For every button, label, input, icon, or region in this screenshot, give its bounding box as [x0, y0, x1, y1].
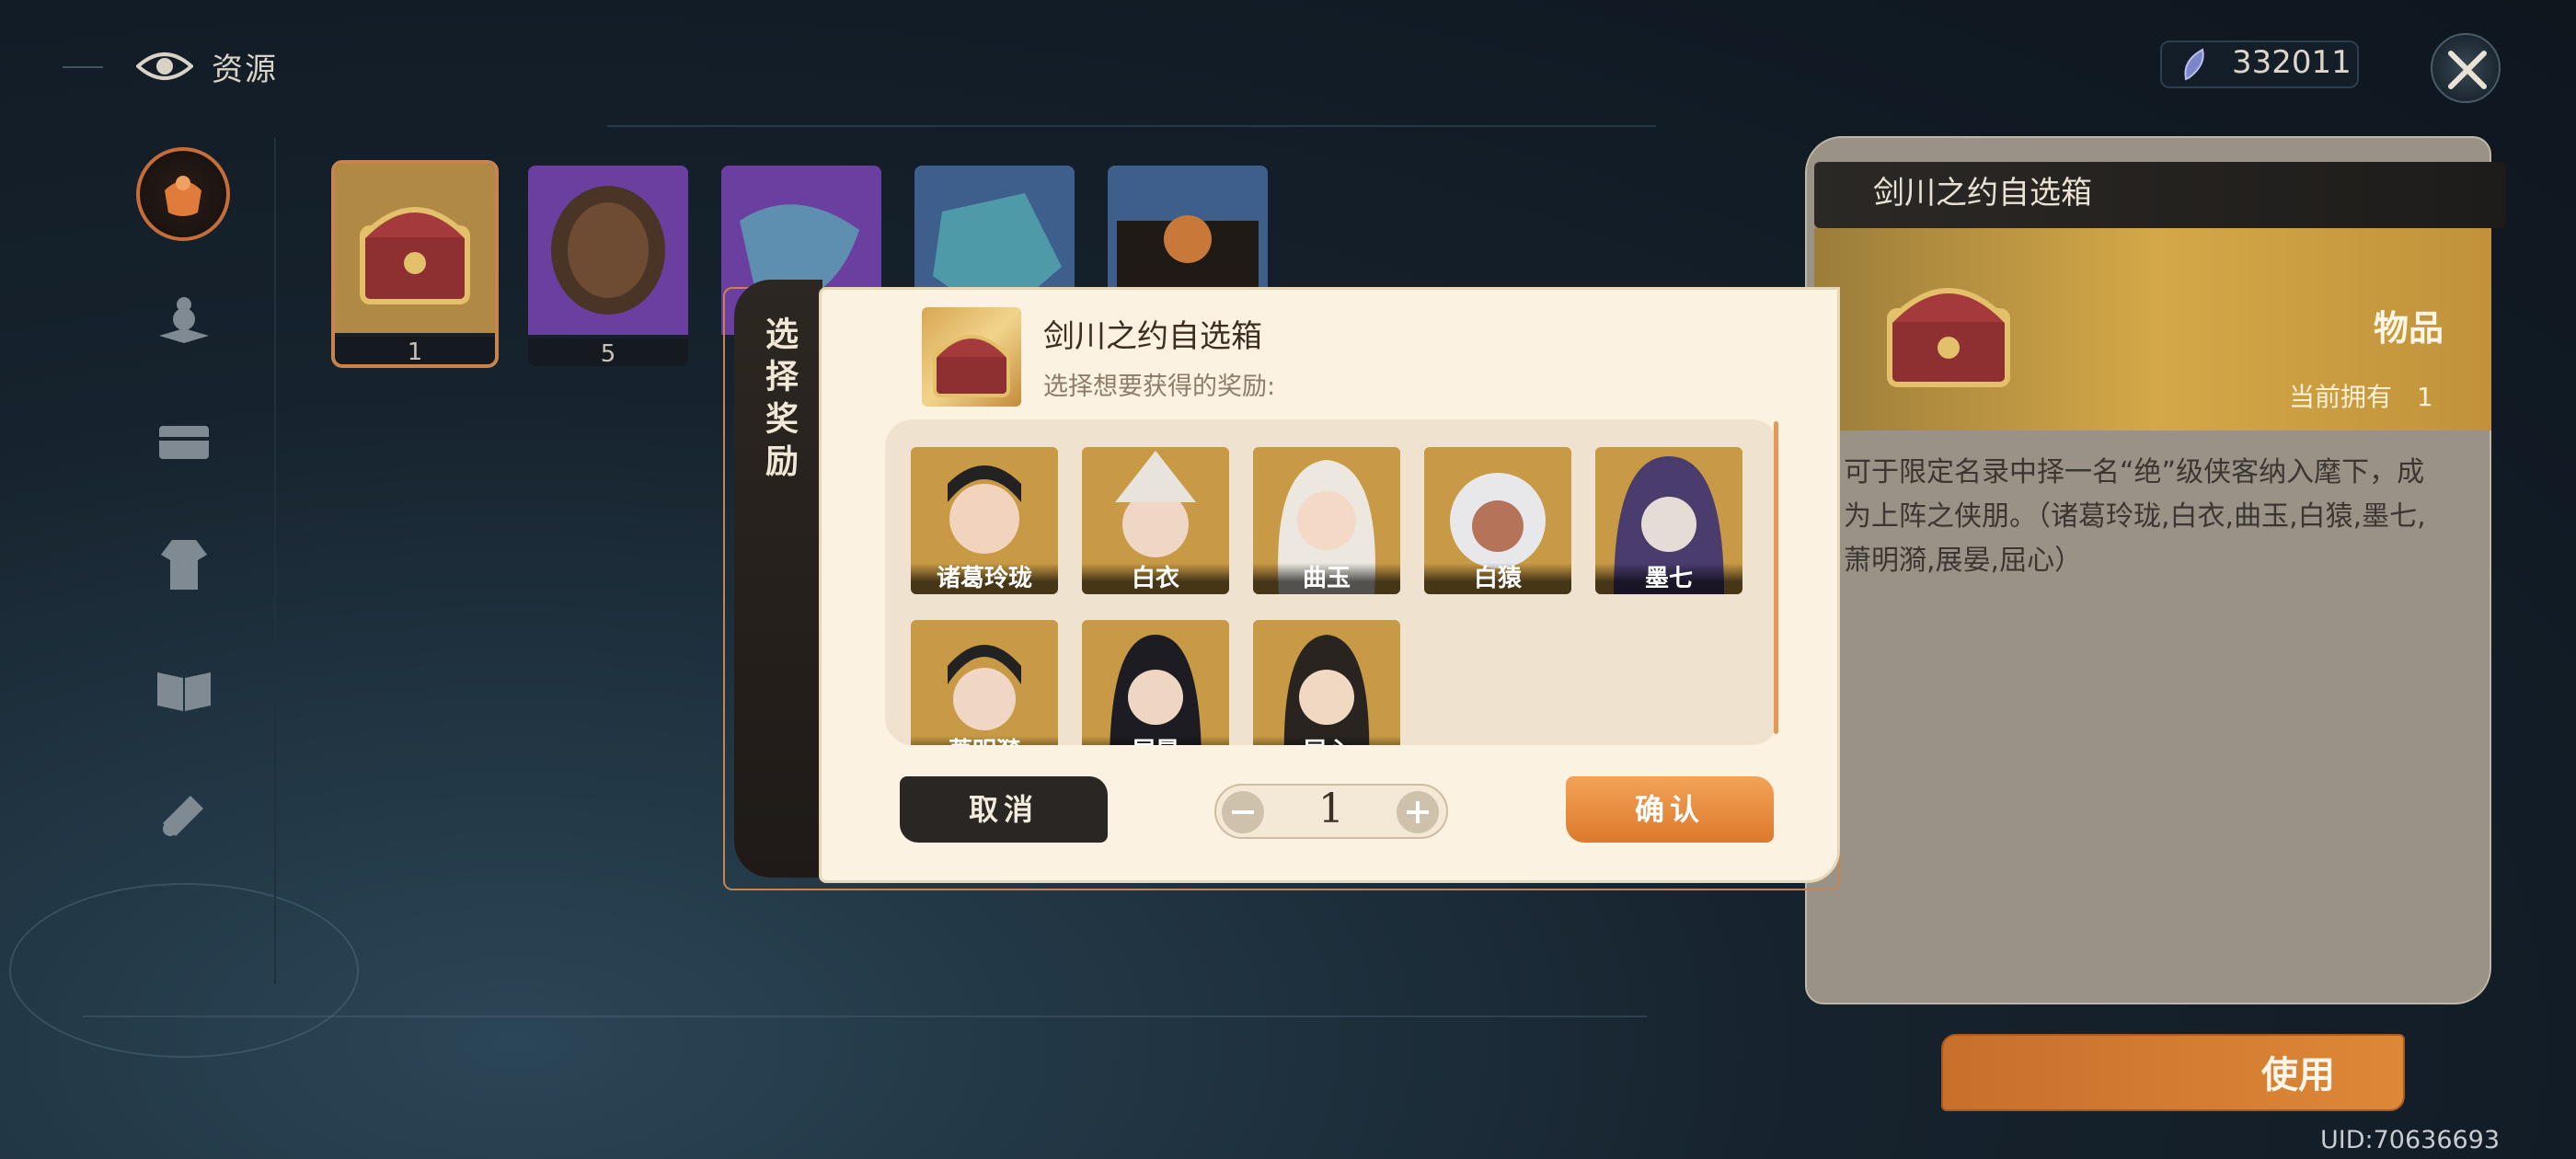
chest-item-icon — [922, 307, 1021, 407]
sidebar-item-chest[interactable] — [147, 405, 221, 478]
detail-description: 可于限定名录中择一名“绝”级侠客纳入麾下，成为上阵之侠朋。（诸葛玲珑,白衣,曲玉… — [1844, 456, 2426, 577]
pine-cone-icon — [528, 166, 688, 335]
hero-portrait — [1082, 620, 1229, 745]
hero-name: 展晏 — [1082, 736, 1229, 745]
hero-name: 白衣 — [1082, 563, 1229, 594]
hero-card-baiyi[interactable]: 白衣 — [1082, 447, 1229, 594]
inventory-slot-chest[interactable]: 1 — [331, 160, 499, 368]
currency-value: 332011 — [2232, 44, 2352, 81]
scroll-icon — [163, 796, 203, 836]
increase-button[interactable] — [1397, 791, 1439, 833]
hero-card-zhanyan[interactable]: 展晏 — [1082, 620, 1229, 745]
sidebar-item-robe[interactable] — [147, 528, 221, 602]
hero-name: 曲玉 — [1253, 563, 1400, 594]
chest-item-icon — [1887, 288, 2010, 387]
inventory-slot-pine-cone[interactable]: 5 — [528, 166, 688, 366]
sidebar-item-scroll[interactable] — [147, 776, 221, 850]
sidebar-divider — [274, 138, 276, 984]
hero-name: 墨七 — [1595, 563, 1742, 594]
eye-icon[interactable] — [136, 48, 193, 85]
hero-name: 诸葛玲珑 — [911, 563, 1058, 594]
background-line — [607, 125, 1656, 127]
decrease-button[interactable] — [1222, 791, 1264, 833]
hero-name: 白猿 — [1424, 563, 1571, 594]
detail-title: 剑川之约自选箱 — [1873, 175, 2092, 212]
gift-bag-icon — [165, 176, 201, 216]
open-book-icon — [157, 672, 211, 711]
use-button[interactable] — [1941, 1034, 2405, 1111]
hero-name: 萧明漪 — [911, 736, 1058, 745]
confirm-button[interactable]: 确认 — [1566, 776, 1774, 843]
dialog-item-name: 剑川之约自选箱 — [1043, 318, 1262, 355]
chest-icon — [159, 426, 209, 459]
detail-item-type: 物品 — [2374, 308, 2444, 349]
slot-count: 1 — [335, 337, 495, 364]
page-title: 资源 — [212, 52, 278, 88]
hero-card-quxin[interactable]: 屈心 — [1253, 620, 1400, 745]
header-dash — [63, 66, 103, 68]
close-button[interactable] — [2431, 33, 2501, 103]
hero-grid: 诸葛玲珑 白衣 曲玉 白猿 墨七 萧明漪 展晏 — [885, 419, 1779, 745]
hero-card-moqi[interactable]: 墨七 — [1595, 447, 1742, 594]
hero-name: 屈心 — [1253, 736, 1400, 745]
chest-item-icon — [335, 164, 495, 333]
hero-card-quyu[interactable]: 曲玉 — [1253, 447, 1400, 594]
feather-gem-icon — [2184, 48, 2204, 81]
hero-card-baiyuan[interactable]: 白猿 — [1424, 447, 1571, 594]
sidebar-item-gourd[interactable] — [147, 281, 221, 355]
hero-portrait — [1253, 620, 1400, 745]
plus-icon — [1407, 801, 1429, 823]
use-button-label: 使用 — [2261, 1054, 2335, 1096]
owned-value: 1 — [2416, 382, 2433, 412]
close-icon — [2448, 51, 2487, 89]
gourd-book-icon — [159, 297, 209, 343]
sidebar-item-gift[interactable] — [136, 147, 230, 241]
cancel-button[interactable]: 取消 — [900, 776, 1108, 843]
user-id: UID:70636693 — [2320, 1126, 2501, 1154]
background-ring — [9, 883, 359, 1058]
hero-card-zhuge[interactable]: 诸葛玲珑 — [911, 447, 1058, 594]
background-line — [83, 1016, 1647, 1017]
hero-portrait — [911, 620, 1058, 745]
robe-icon — [161, 540, 207, 590]
dialog-prompt: 选择想要获得的奖励: — [1043, 373, 1276, 401]
sidebar-item-book[interactable] — [147, 653, 221, 727]
minus-icon — [1232, 810, 1254, 814]
owned-label: 当前拥有 — [2289, 382, 2393, 412]
dialog-tab-label: 选择奖励 — [760, 316, 798, 486]
hero-card-xiao[interactable]: 萧明漪 — [911, 620, 1058, 745]
slot-count: 5 — [528, 339, 688, 366]
detail-owned: 当前拥有 1 — [2289, 377, 2433, 414]
quantity-value: 1 — [1318, 786, 1344, 832]
hero-grid-scrollbar[interactable] — [1774, 421, 1778, 734]
